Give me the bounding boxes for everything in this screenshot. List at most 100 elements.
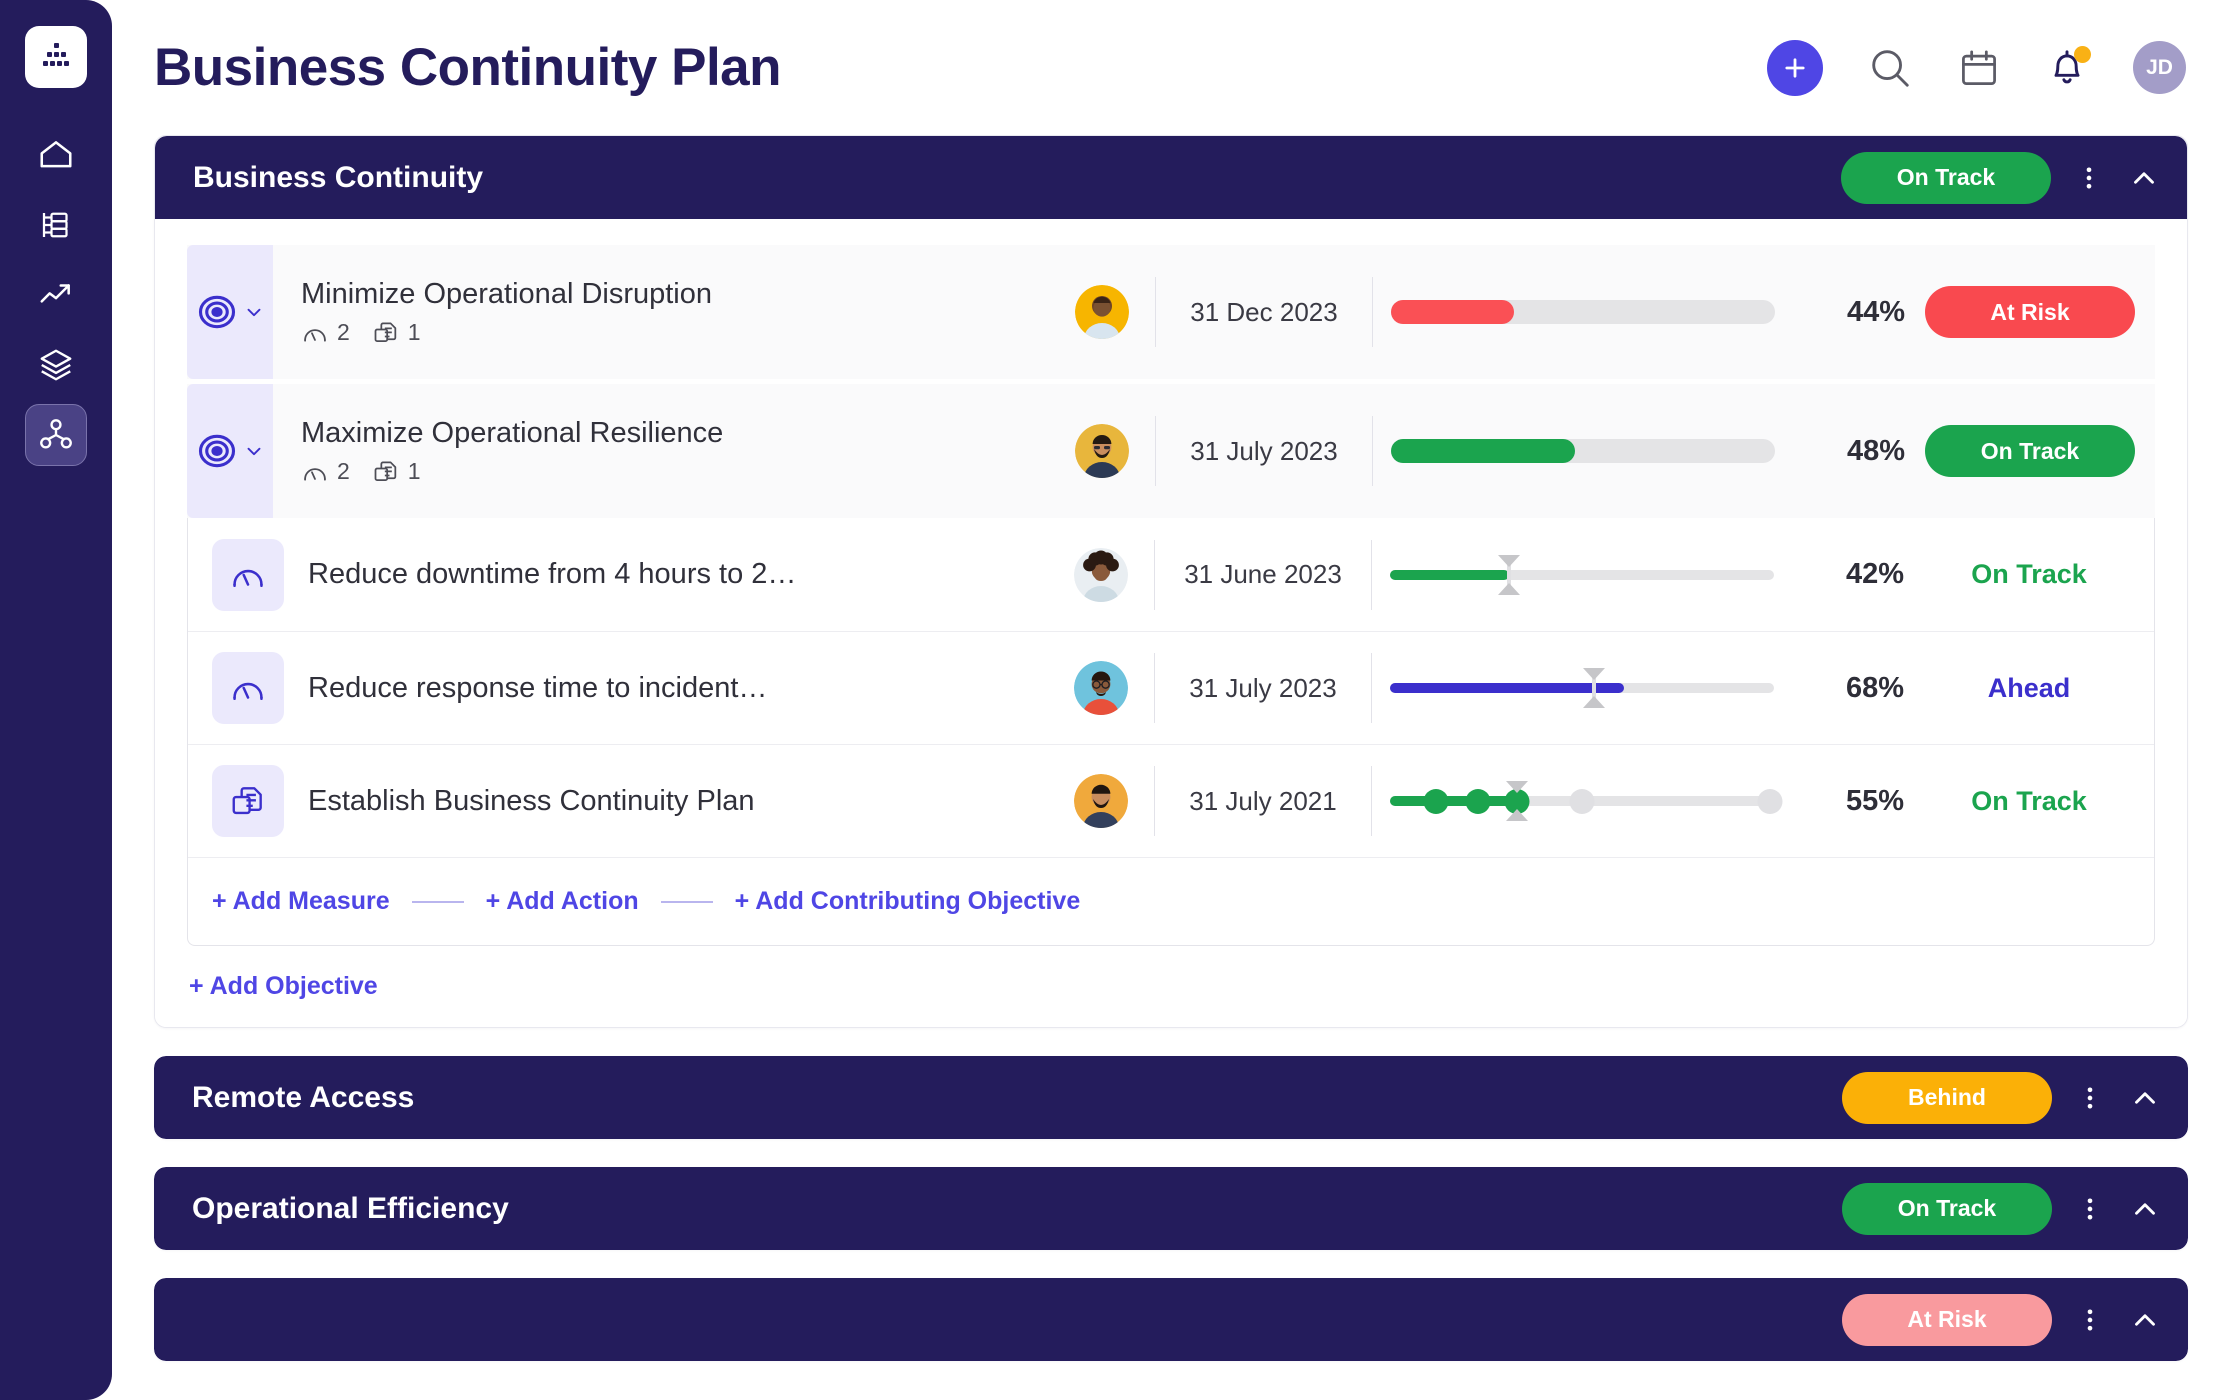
plus-icon [1781, 54, 1809, 82]
target-icon [195, 429, 239, 473]
chevron-up-icon[interactable] [2128, 1303, 2162, 1337]
sidebar-item-home[interactable] [25, 124, 87, 186]
avatar-initials: JD [2146, 55, 2173, 79]
status-badge[interactable]: On Track [1925, 425, 2135, 477]
objective-row[interactable]: Maximize Operational Resilience 2 1 31 J… [187, 384, 2155, 518]
sidebar-item-trends[interactable] [25, 264, 87, 326]
notification-dot [2074, 45, 2091, 63]
chevron-down-icon[interactable] [243, 301, 265, 323]
measure-texts: Reduce response time to incident… [284, 672, 1048, 705]
document-stack-icon [229, 782, 267, 820]
measure-icon-tile[interactable] [212, 538, 284, 611]
objective-icon-tile[interactable] [187, 245, 273, 379]
more-options-icon[interactable] [2075, 164, 2103, 192]
actions-count-value: 1 [407, 319, 421, 345]
progress-bar-fill [1391, 300, 1514, 324]
measure-texts: Reduce downtime from 4 hours to 2… [284, 558, 1048, 591]
action-name: Establish Business Continuity Plan [308, 784, 755, 817]
progress-slider[interactable] [1390, 666, 1774, 710]
action-texts: Establish Business Continuity Plan [284, 785, 1048, 818]
measure-icon-tile[interactable] [212, 652, 284, 724]
status-label: On Track [1971, 785, 2087, 816]
chevron-up-icon[interactable] [2128, 1081, 2162, 1115]
milestone-marker[interactable] [1465, 789, 1491, 814]
owner-avatar-cell[interactable] [1048, 547, 1154, 602]
document-stack-icon [372, 458, 400, 486]
chevron-up-icon[interactable] [2127, 161, 2161, 195]
actions-count-value: 1 [407, 458, 421, 484]
slider-fill [1390, 796, 1517, 806]
more-options-icon[interactable] [2076, 1306, 2104, 1334]
avatar[interactable]: JD [2133, 41, 2186, 94]
objective-meta: 2 1 [301, 319, 1049, 347]
target-icon [195, 290, 239, 334]
progress-slider[interactable] [1390, 553, 1774, 597]
owner-avatar-cell[interactable] [1049, 424, 1155, 478]
avatar-man-yellow [1075, 285, 1129, 339]
milestone-marker[interactable] [1569, 789, 1595, 814]
objective-row[interactable]: Minimize Operational Disruption 2 1 31 D… [187, 245, 2155, 379]
trending-up-icon [37, 276, 75, 314]
main-area: Business Continuity Plan JD Business Con… [112, 0, 2230, 1400]
status-badge[interactable]: At Risk [1925, 286, 2135, 338]
more-options-icon[interactable] [2076, 1084, 2104, 1112]
add-action-link[interactable]: + Add Action [486, 887, 639, 916]
sidebar-item-layers[interactable] [25, 334, 87, 396]
top-actions: JD [1767, 39, 2186, 96]
avatar-woman-curly [1074, 547, 1128, 602]
calendar-button[interactable] [1957, 46, 2001, 90]
owner-avatar-cell[interactable] [1048, 661, 1154, 715]
add-measure-link[interactable]: + Add Measure [212, 887, 390, 916]
status-badge[interactable]: On Track [1841, 151, 2051, 204]
status-badge[interactable]: On Track [1842, 1182, 2052, 1235]
action-icon-tile[interactable] [212, 765, 284, 837]
gauge-icon [229, 669, 267, 707]
chevron-up-icon[interactable] [2128, 1192, 2162, 1226]
card-header[interactable]: Business Continuity On Track [155, 136, 2187, 219]
calendar-icon [1957, 46, 2001, 90]
card-header[interactable]: Operational Efficiency On Track [154, 1167, 2188, 1250]
add-objective-link[interactable]: + Add Objective [187, 972, 378, 1001]
measure-row[interactable]: Reduce response time to incident… 31 Jul… [188, 631, 2154, 744]
sidebar-item-strategy-map[interactable] [25, 404, 87, 466]
card-header[interactable]: At Risk [154, 1278, 2188, 1361]
progress-percent: 44% [1846, 295, 1905, 328]
milestone-marker[interactable] [1423, 789, 1449, 814]
card-operational-efficiency: Operational Efficiency On Track [154, 1167, 2188, 1250]
status-cell: At Risk [1905, 286, 2155, 338]
sidebar-item-list[interactable] [25, 194, 87, 256]
measure-row[interactable]: Reduce downtime from 4 hours to 2… 31 Ju… [188, 518, 2154, 631]
progress-bar[interactable] [1391, 439, 1775, 463]
objective-name: Maximize Operational Resilience [301, 416, 724, 449]
card-title: Operational Efficiency [192, 1191, 509, 1225]
measures-count-value: 2 [337, 319, 350, 345]
gauge-icon [301, 458, 329, 486]
milestone-slider[interactable] [1390, 779, 1783, 823]
objective-texts: Minimize Operational Disruption 2 1 [273, 278, 1049, 347]
objective-icon-tile[interactable] [187, 384, 273, 518]
search-button[interactable] [1867, 45, 1913, 91]
action-row[interactable]: Establish Business Continuity Plan 31 Ju… [188, 744, 2154, 857]
owner-avatar-cell[interactable] [1048, 774, 1154, 828]
owner-avatar-cell[interactable] [1049, 285, 1155, 339]
status-badge[interactable]: Behind [1842, 1071, 2052, 1124]
slider-fill [1390, 683, 1625, 693]
actions-count: 1 [372, 458, 421, 486]
status-badge[interactable]: At Risk [1842, 1293, 2052, 1346]
app-logo-icon[interactable] [25, 26, 87, 88]
progress-cell [1372, 779, 1792, 823]
card-header[interactable]: Remote Access Behind [154, 1056, 2188, 1139]
top-bar: Business Continuity Plan JD [112, 0, 2230, 135]
chevron-down-icon[interactable] [243, 440, 265, 462]
milestone-marker[interactable] [1757, 789, 1783, 814]
avatar-man-beard2 [1074, 774, 1128, 828]
card-remote-access: Remote Access Behind [154, 1056, 2188, 1139]
status-cell: On Track [1905, 425, 2155, 477]
divider [411, 900, 464, 903]
notifications-button[interactable] [2045, 45, 2091, 90]
due-date: 31 July 2023 [1190, 435, 1338, 466]
add-contributing-objective-link[interactable]: + Add Contributing Objective [735, 887, 1081, 916]
add-button[interactable] [1767, 39, 1823, 96]
progress-bar[interactable] [1391, 300, 1775, 324]
more-options-icon[interactable] [2076, 1195, 2104, 1223]
